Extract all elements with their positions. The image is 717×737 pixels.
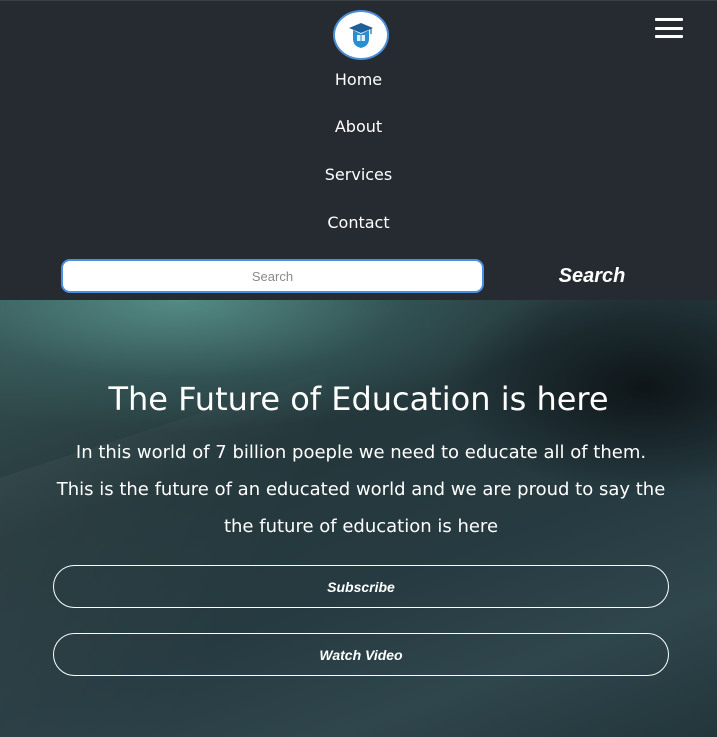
graduation-shield-icon (349, 23, 373, 48)
nav-item-about[interactable]: About (0, 117, 717, 136)
hamburger-line (655, 26, 683, 30)
logo[interactable] (333, 10, 389, 60)
subscribe-button[interactable]: Subscribe (53, 565, 669, 608)
hero-title: The Future of Education is here (108, 380, 609, 418)
hero-section: The Future of Education is here In this … (0, 300, 717, 737)
nav-item-services[interactable]: Services (0, 165, 717, 184)
search-button[interactable]: Search (540, 262, 644, 290)
watch-video-button[interactable]: Watch Video (53, 633, 669, 676)
hamburger-menu-icon[interactable] (655, 18, 683, 38)
hamburger-line (655, 35, 683, 38)
navbar: Home About Services Contact Search (0, 0, 717, 300)
nav-item-contact[interactable]: Contact (0, 213, 717, 232)
hero-description: In this world of 7 billion poeple we nee… (56, 442, 666, 537)
hamburger-line (655, 18, 683, 21)
search-input[interactable] (61, 259, 484, 293)
nav-item-home[interactable]: Home (0, 70, 717, 89)
